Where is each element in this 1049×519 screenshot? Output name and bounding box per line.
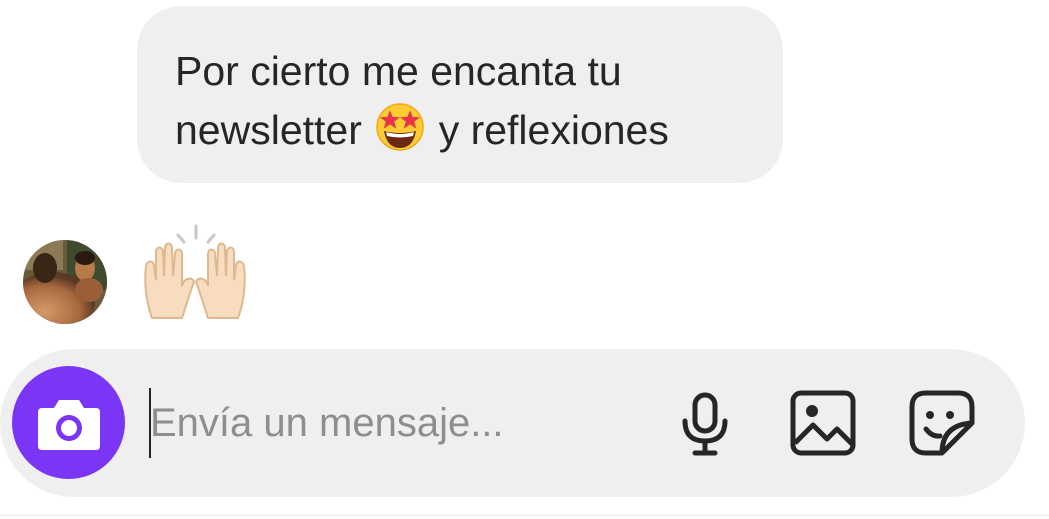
sticker-button[interactable] (906, 387, 978, 459)
message-bubble[interactable]: Por cierto me encanta tu newsletter y re… (137, 6, 783, 183)
message-text: Por cierto me encanta tu newsletter y re… (175, 42, 775, 160)
avatar[interactable] (23, 240, 107, 324)
camera-icon (38, 400, 100, 450)
camera-button[interactable] (12, 366, 125, 479)
divider (0, 515, 1049, 516)
avatar-photo (23, 240, 107, 324)
raising-hands-emoji-icon[interactable] (138, 222, 252, 324)
gallery-button[interactable] (787, 387, 859, 459)
message-input[interactable] (150, 391, 630, 455)
star-struck-emoji-icon (373, 102, 427, 151)
gallery-icon (790, 390, 856, 456)
microphone-icon (682, 392, 728, 456)
message-text-part2: y reflexiones (438, 107, 669, 153)
message-composer (0, 349, 1025, 497)
sticker-icon (909, 390, 975, 456)
microphone-button[interactable] (669, 387, 741, 459)
